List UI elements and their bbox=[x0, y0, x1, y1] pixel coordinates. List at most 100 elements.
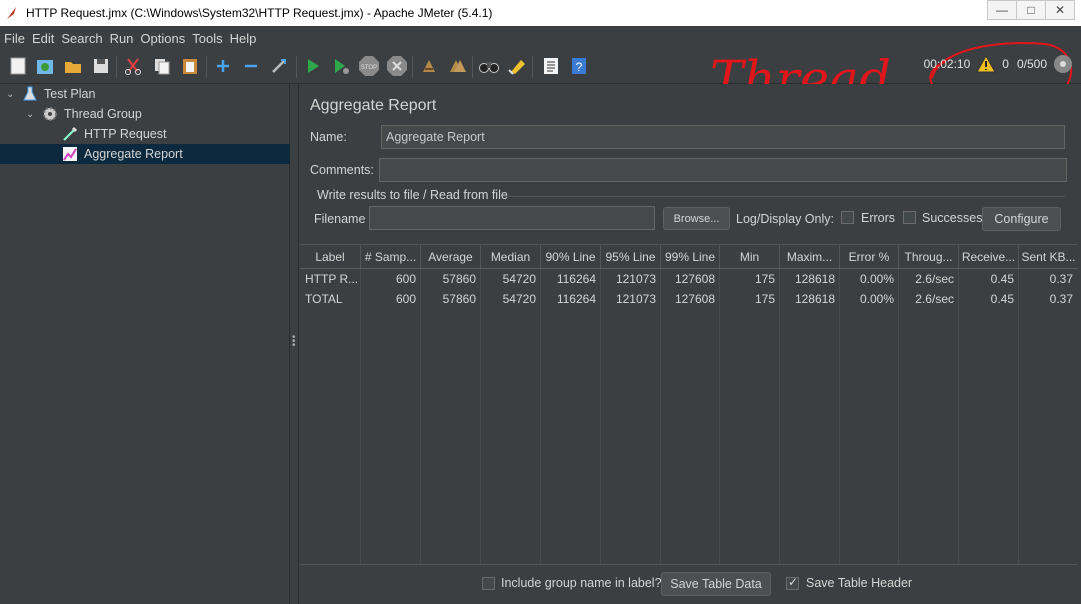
aggregate-table[interactable]: Label # Samp... Average Median 90% Line … bbox=[300, 244, 1078, 565]
cut-icon[interactable] bbox=[122, 55, 144, 77]
tree-label: Thread Group bbox=[64, 107, 142, 121]
table-cell: 0.00% bbox=[859, 272, 894, 286]
tree-item-http-request[interactable]: HTTP Request bbox=[62, 124, 166, 144]
errors-checkbox[interactable] bbox=[841, 211, 854, 224]
table-row[interactable]: TOTAL 600 57860 54720 116264 121073 1276… bbox=[300, 289, 1078, 309]
chevron-down-icon[interactable]: ⌄ bbox=[6, 89, 18, 100]
paste-icon[interactable] bbox=[179, 55, 201, 77]
panel-title: Aggregate Report bbox=[310, 97, 437, 114]
filename-field[interactable] bbox=[369, 206, 655, 230]
gear-icon bbox=[43, 107, 57, 121]
clear-icon[interactable] bbox=[418, 55, 440, 77]
table-cell: 600 bbox=[395, 292, 416, 306]
function-helper-icon[interactable] bbox=[540, 55, 562, 77]
successes-label: Successes bbox=[922, 211, 983, 225]
maximize-button[interactable]: □ bbox=[1016, 0, 1046, 20]
errors-label: Errors bbox=[861, 211, 896, 225]
start-icon[interactable] bbox=[302, 55, 324, 77]
expand-icon[interactable] bbox=[212, 55, 234, 77]
save-table-data-button[interactable]: Save Table Data bbox=[661, 572, 771, 596]
toggle-icon[interactable] bbox=[268, 55, 290, 77]
menu-search[interactable]: Search bbox=[61, 31, 102, 46]
include-group-checkbox[interactable] bbox=[482, 577, 495, 590]
table-cell: 128618 bbox=[794, 292, 835, 306]
configure-button[interactable]: Configure bbox=[982, 207, 1061, 231]
shutdown-icon[interactable] bbox=[386, 55, 408, 77]
pipette-icon bbox=[63, 126, 78, 141]
test-plan-tree: ⌄ Test Plan ⌄ Thread Group HTTP Request … bbox=[0, 84, 290, 604]
tree-item-test-plan[interactable]: ⌄ Test Plan bbox=[6, 84, 95, 104]
save-icon[interactable] bbox=[90, 55, 112, 77]
column-header[interactable]: Min bbox=[720, 245, 780, 268]
minimize-button[interactable]: — bbox=[987, 0, 1017, 20]
include-group-label: Include group name in label? bbox=[501, 576, 662, 590]
menu-tools[interactable]: Tools bbox=[192, 31, 222, 46]
column-header[interactable]: Throug... bbox=[899, 245, 959, 268]
tree-item-thread-group[interactable]: ⌄ Thread Group bbox=[26, 104, 142, 124]
table-cell: 175 bbox=[754, 292, 775, 306]
column-header[interactable]: Average bbox=[421, 245, 481, 268]
browse-button[interactable]: Browse... bbox=[663, 207, 730, 230]
open-icon[interactable] bbox=[62, 55, 84, 77]
column-header[interactable]: 99% Line bbox=[661, 245, 720, 268]
file-group-title: Write results to file / Read from file bbox=[317, 188, 508, 202]
window-titlebar: HTTP Request.jmx (C:\Windows\System32\HT… bbox=[0, 0, 1081, 26]
start-no-pause-icon[interactable] bbox=[330, 55, 352, 77]
active-threads: 0/500 bbox=[1016, 57, 1047, 71]
jmeter-feather-icon bbox=[7, 7, 16, 19]
table-cell: 57860 bbox=[442, 272, 476, 286]
chevron-down-icon[interactable]: ⌄ bbox=[26, 109, 38, 120]
column-header[interactable]: Maxim... bbox=[780, 245, 840, 268]
templates-icon[interactable] bbox=[34, 55, 56, 77]
tree-label: Test Plan bbox=[44, 87, 96, 101]
column-header[interactable]: Error % bbox=[840, 245, 899, 268]
table-cell: HTTP R... bbox=[305, 272, 359, 286]
column-header[interactable]: 95% Line bbox=[601, 245, 661, 268]
search-icon[interactable] bbox=[478, 55, 500, 77]
table-cell: 116264 bbox=[556, 272, 596, 286]
save-table-header-checkbox[interactable] bbox=[786, 575, 799, 590]
table-cell: 54720 bbox=[502, 272, 536, 286]
group-divider bbox=[505, 196, 1065, 197]
drag-handle-icon[interactable]: • • • bbox=[292, 333, 296, 351]
table-cell: 0.00% bbox=[859, 292, 894, 306]
column-header[interactable]: Sent KB... bbox=[1019, 245, 1078, 268]
table-cell: 0.37 bbox=[1049, 272, 1073, 286]
table-row[interactable]: HTTP R... 600 57860 54720 116264 121073 … bbox=[300, 269, 1078, 289]
menu-edit[interactable]: Edit bbox=[32, 31, 54, 46]
menu-help[interactable]: Help bbox=[230, 31, 257, 46]
menu-file[interactable]: File bbox=[4, 31, 25, 46]
tree-label: Aggregate Report bbox=[84, 147, 183, 161]
column-header[interactable]: Receive... bbox=[959, 245, 1019, 268]
successes-checkbox[interactable] bbox=[903, 211, 916, 224]
table-cell: 2.6/sec bbox=[915, 292, 954, 306]
save-table-header-label: Save Table Header bbox=[806, 576, 913, 590]
status-area: 00:02:10 0 0/500 bbox=[924, 54, 1073, 74]
flask-icon bbox=[23, 86, 37, 101]
comments-field[interactable] bbox=[379, 158, 1067, 182]
help-icon[interactable]: ? bbox=[568, 55, 590, 77]
new-icon[interactable] bbox=[7, 55, 29, 77]
close-button[interactable]: ✕ bbox=[1045, 0, 1075, 20]
name-field[interactable]: Aggregate Report bbox=[381, 125, 1065, 149]
stop-icon[interactable]: STOP bbox=[358, 55, 380, 77]
column-header[interactable]: 90% Line bbox=[541, 245, 601, 268]
menu-run[interactable]: Run bbox=[110, 31, 134, 46]
column-header[interactable]: # Samp... bbox=[361, 245, 421, 268]
table-cell: 127608 bbox=[674, 272, 715, 286]
thread-status-icon bbox=[1054, 55, 1072, 73]
column-header[interactable]: Median bbox=[481, 245, 541, 268]
table-cell: 116264 bbox=[556, 292, 596, 306]
reset-search-icon[interactable] bbox=[506, 55, 528, 77]
split-pane-divider[interactable]: • • • bbox=[290, 84, 298, 604]
tree-item-aggregate-report[interactable]: Aggregate Report bbox=[0, 144, 290, 164]
column-header[interactable]: Label bbox=[300, 245, 361, 268]
collapse-icon[interactable] bbox=[240, 55, 262, 77]
clear-all-icon[interactable] bbox=[446, 55, 468, 77]
svg-text:STOP: STOP bbox=[361, 65, 377, 71]
copy-icon[interactable] bbox=[151, 55, 173, 77]
table-header: Label # Samp... Average Median 90% Line … bbox=[300, 245, 1078, 269]
warning-icon[interactable] bbox=[976, 55, 997, 73]
menu-options[interactable]: Options bbox=[140, 31, 185, 46]
window-controls: — □ ✕ bbox=[987, 0, 1075, 20]
